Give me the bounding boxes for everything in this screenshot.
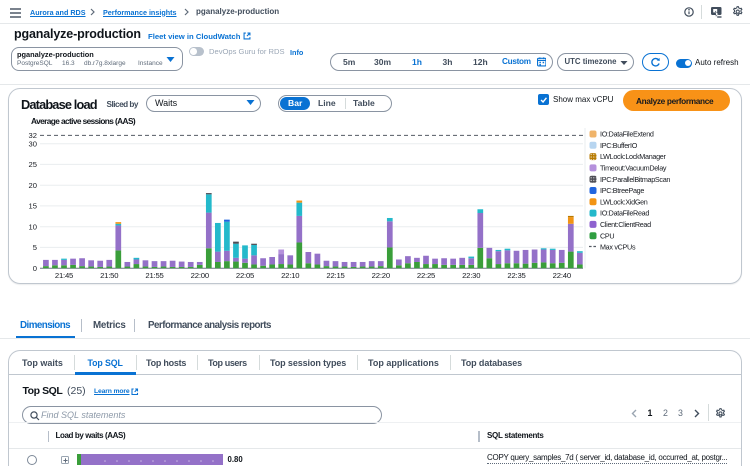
svg-text:LWLock:XidGen: LWLock:XidGen — [600, 197, 648, 206]
svg-text:15: 15 — [29, 202, 37, 211]
svg-text:25: 25 — [29, 160, 37, 169]
svg-text:30: 30 — [29, 139, 37, 148]
svg-text:20: 20 — [29, 181, 37, 190]
svg-text:22:25: 22:25 — [417, 271, 435, 280]
svg-text:IPC:BtreePage: IPC:BtreePage — [600, 186, 644, 195]
svg-text:21:45: 21:45 — [55, 271, 73, 280]
svg-text:IO:DataFileRead: IO:DataFileRead — [600, 209, 649, 218]
svg-text:Client:ClientRead: Client:ClientRead — [600, 220, 651, 229]
svg-text:IPC:BufferIO: IPC:BufferIO — [600, 141, 638, 150]
svg-text:IO:DataFileExtend: IO:DataFileExtend — [600, 130, 654, 139]
svg-text:22:20: 22:20 — [372, 271, 390, 280]
svg-text:10: 10 — [29, 222, 37, 231]
svg-text:22:30: 22:30 — [462, 271, 480, 280]
svg-text:22:10: 22:10 — [281, 271, 299, 280]
svg-text:CPU: CPU — [600, 231, 614, 240]
svg-text:0: 0 — [33, 264, 37, 273]
svg-text:5: 5 — [33, 243, 37, 252]
svg-text:21:50: 21:50 — [100, 271, 118, 280]
svg-text:21:55: 21:55 — [145, 271, 163, 280]
svg-text:22:15: 22:15 — [326, 271, 344, 280]
svg-text:Timeout:VacuumDelay: Timeout:VacuumDelay — [600, 164, 667, 173]
svg-text:Max vCPUs: Max vCPUs — [600, 242, 636, 251]
svg-text:22:35: 22:35 — [507, 271, 525, 280]
svg-text:IPC:ParallelBitmapScan: IPC:ParallelBitmapScan — [600, 175, 670, 184]
svg-text:22:00: 22:00 — [191, 271, 209, 280]
svg-text:LWLock:LockManager: LWLock:LockManager — [600, 152, 666, 161]
svg-text:22:05: 22:05 — [236, 271, 254, 280]
svg-text:32: 32 — [29, 131, 37, 140]
svg-text:22:40: 22:40 — [553, 271, 571, 280]
